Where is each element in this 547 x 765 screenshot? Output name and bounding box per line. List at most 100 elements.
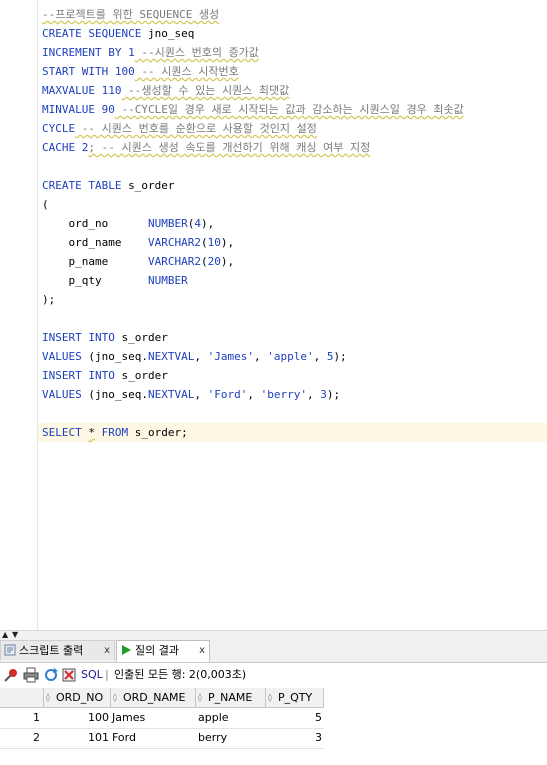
code-token: VARCHAR2	[147, 236, 201, 249]
code-line[interactable]: MAXVALUE 110 --생성할 수 있는 시퀀스 최댓값	[42, 81, 289, 100]
code-token: 10	[207, 236, 221, 249]
code-line[interactable]: VALUES (jno_seq.NEXTVAL, 'Ford', 'berry'…	[42, 385, 340, 404]
toolbar-separator: |	[105, 668, 109, 681]
sort-icon: ◊	[268, 693, 272, 702]
fetch-status-text: 인출된 모든 행: 2(0,003초)	[114, 668, 247, 681]
code-token: NEXTVAL	[147, 350, 195, 363]
code-token: s_order	[114, 369, 168, 382]
code-token: 110	[101, 84, 122, 97]
code-token: (jno_seq.	[81, 350, 148, 363]
code-line[interactable]: INCREMENT BY 1 --시퀀스 번호의 증가값	[42, 43, 259, 62]
tab-script-output[interactable]: 스크립트 출력 x	[0, 640, 115, 660]
code-token: NUMBER	[147, 274, 188, 287]
code-token: 1	[128, 46, 135, 59]
code-line[interactable]: CACHE 2; -- 시퀀스 생성 속도를 개선하기 위해 캐싱 여부 지정	[42, 138, 370, 157]
code-line[interactable]: );	[42, 290, 55, 309]
code-token: CACHE	[42, 141, 76, 154]
cell-p-name[interactable]: berry	[198, 728, 266, 748]
code-token: 'Ford'	[207, 388, 248, 401]
code-line[interactable]: p_qty NUMBER	[42, 271, 188, 290]
code-line[interactable]: INSERT INTO s_order	[42, 328, 168, 347]
pin-icon[interactable]	[3, 667, 19, 683]
code-token: ),	[220, 255, 235, 268]
code-token: (jno_seq.	[81, 388, 148, 401]
sql-editor[interactable]: --프로젝트를 위한 SEQUENCE 생성 CREATE SEQUENCE jn…	[0, 0, 547, 630]
code-line[interactable]: ord_name VARCHAR2(10),	[42, 233, 234, 252]
code-line[interactable]: p_name VARCHAR2(20),	[42, 252, 234, 271]
cell-p-qty[interactable]: 3	[266, 728, 322, 748]
code-token: --CYCLE일 경우 새로 시작되는 값과 감소하는 시퀀스일 경우 최솟값	[114, 103, 464, 116]
code-token: );	[326, 388, 341, 401]
code-token: 4	[194, 217, 201, 230]
column-header-p-name[interactable]: ◊ P_NAME	[196, 688, 266, 708]
column-header-p-qty[interactable]: ◊ P_QTY	[266, 688, 324, 708]
code-token: s_order	[114, 331, 168, 344]
code-line[interactable]: VALUES (jno_seq.NEXTVAL, 'James', 'apple…	[42, 347, 347, 366]
refresh-icon[interactable]	[43, 667, 59, 683]
code-token: START WITH	[42, 65, 109, 78]
export-icon[interactable]	[61, 667, 77, 683]
code-token: -- 시퀀스 번호를 순환으로 사용할 것인지 설정	[75, 122, 317, 135]
code-token: ,	[247, 388, 261, 401]
code-token: VARCHAR2	[147, 255, 201, 268]
code-line[interactable]: ord_no NUMBER(4),	[42, 214, 214, 233]
code-line[interactable]: CREATE TABLE s_order	[42, 176, 174, 195]
tab-query-result-label: 질의 결과	[135, 644, 179, 657]
cell-ord-name[interactable]: Ford	[112, 728, 196, 748]
code-token: -- 시퀀스 시작번호	[134, 65, 239, 78]
code-token: 3	[320, 388, 327, 401]
code-token: CYCLE	[42, 122, 76, 135]
cell-ord-no[interactable]: 101	[44, 728, 109, 748]
cell-ord-name[interactable]: James	[112, 708, 196, 728]
row-number: 1	[33, 711, 40, 724]
code-token: 'apple'	[267, 350, 314, 363]
code-token: CREATE TABLE	[42, 179, 122, 192]
results-tabbar: 스크립트 출력 x 질의 결과 x	[0, 638, 547, 663]
sql-button[interactable]: SQL	[81, 667, 103, 683]
code-token: INCREMENT BY	[42, 46, 122, 59]
result-grid[interactable]: ◊ ORD_NO ◊ ORD_NAME ◊ P_NAME ◊ P_QTY 1 1…	[0, 688, 547, 765]
editor-gutter	[37, 0, 38, 630]
code-token: INSERT INTO	[42, 369, 115, 382]
run-icon	[122, 645, 131, 655]
code-token: ord_name	[42, 236, 148, 249]
code-token: NUMBER	[147, 217, 188, 230]
code-token: ,	[253, 350, 268, 363]
code-token: --생성할 수 있는 시퀀스 최댓값	[121, 84, 290, 97]
column-header-ord-no[interactable]: ◊ ORD_NO	[44, 688, 111, 708]
tab-query-result[interactable]: 질의 결과 x	[116, 640, 210, 662]
code-line[interactable]: INSERT INTO s_order	[42, 366, 168, 385]
current-code-line[interactable]: SELECT * FROM s_order;	[38, 423, 547, 442]
code-token: ord_no	[42, 217, 148, 230]
code-line[interactable]: (	[42, 195, 49, 214]
code-token: FROM	[101, 426, 129, 439]
print-icon[interactable]	[23, 667, 39, 683]
code-token: ,	[194, 388, 208, 401]
close-icon[interactable]: x	[199, 641, 205, 661]
code-token: *	[88, 426, 95, 439]
code-token: ,	[306, 388, 321, 401]
code-token: 20	[207, 255, 221, 268]
row-divider	[0, 748, 324, 749]
code-line[interactable]: START WITH 100 -- 시퀀스 시작번호	[42, 62, 239, 81]
code-token: VALUES	[42, 388, 82, 401]
code-line[interactable]: CREATE SEQUENCE jno_seq	[42, 24, 194, 43]
code-token: --시퀀스 번호의 증가값	[134, 46, 259, 59]
code-token: ),	[220, 236, 235, 249]
cell-p-name[interactable]: apple	[198, 708, 266, 728]
code-token: MINVALUE	[42, 103, 95, 116]
cell-p-qty[interactable]: 5	[266, 708, 322, 728]
code-line[interactable]: CYCLE -- 시퀀스 번호를 순환으로 사용할 것인지 설정	[42, 119, 317, 138]
results-toolbar: SQL | 인출된 모든 행: 2(0,003초)	[0, 663, 547, 687]
row-number: 2	[33, 731, 40, 744]
code-line[interactable]: --프로젝트를 위한 SEQUENCE 생성	[42, 5, 219, 24]
cell-ord-no[interactable]: 100	[44, 708, 109, 728]
sort-icon: ◊	[113, 693, 117, 702]
column-header-ord-name[interactable]: ◊ ORD_NAME	[111, 688, 196, 708]
code-line[interactable]: MINVALUE 90 --CYCLE일 경우 새로 시작되는 값과 감소하는 …	[42, 100, 464, 119]
close-icon[interactable]: x	[104, 641, 110, 661]
tab-script-output-label: 스크립트 출력	[19, 644, 84, 657]
